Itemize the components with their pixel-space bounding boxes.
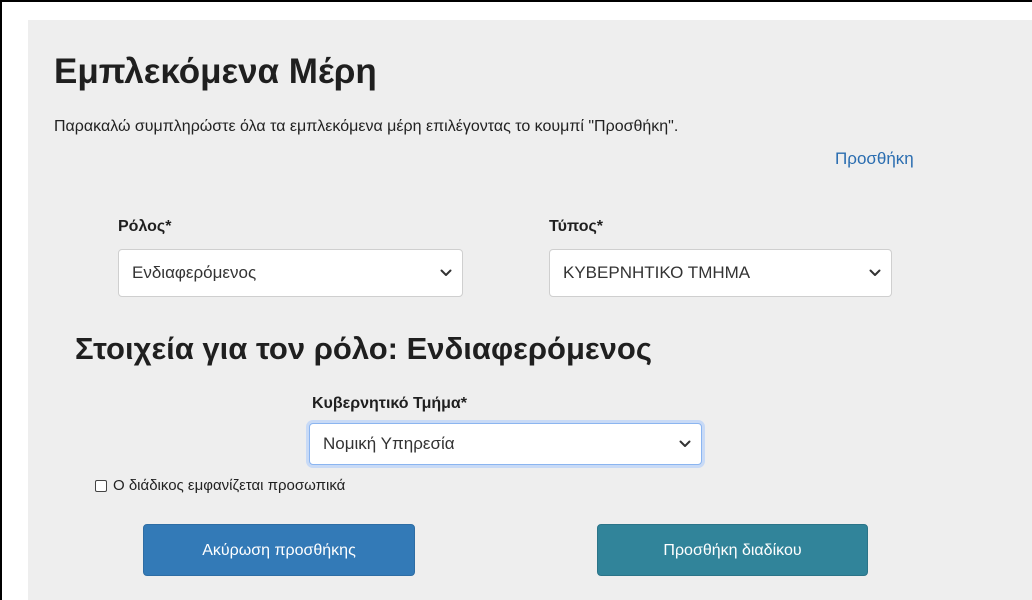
role-label: Ρόλος* xyxy=(118,218,172,235)
role-select-value: Ενδιαφερόμενος xyxy=(132,263,257,282)
instructions-text: Παρακαλώ συμπληρώστε όλα τα εμπλεκόμενα … xyxy=(54,118,679,135)
appears-in-person-label: Ο διάδικος εμφανίζεται προσωπικά xyxy=(113,477,346,494)
type-select-value: ΚΥΒΕΡΝΗΤΙΚΟ ΤΜΗΜΑ xyxy=(563,263,751,282)
department-select[interactable]: Νομική Υπηρεσία xyxy=(309,423,702,465)
chevron-down-icon xyxy=(679,424,691,464)
page-title: Εμπλεκόμενα Μέρη xyxy=(54,52,377,91)
chevron-down-icon xyxy=(440,250,452,296)
add-litigant-button[interactable]: Προσθήκη διαδίκου xyxy=(597,524,868,576)
chevron-down-icon xyxy=(869,250,881,296)
type-label: Τύπος* xyxy=(549,218,604,235)
appears-in-person-option[interactable]: Ο διάδικος εμφανίζεται προσωπικά xyxy=(95,476,345,496)
role-details-heading: Στοιχεία για τον ρόλο: Ενδιαφερόμενος xyxy=(75,331,652,366)
department-select-value: Νομική Υπηρεσία xyxy=(323,434,455,453)
appears-in-person-checkbox[interactable] xyxy=(95,480,107,492)
add-party-link[interactable]: Προσθήκη xyxy=(835,148,914,170)
type-select[interactable]: ΚΥΒΕΡΝΗΤΙΚΟ ΤΜΗΜΑ xyxy=(549,249,892,297)
form-panel xyxy=(28,20,1032,600)
role-select[interactable]: Ενδιαφερόμενος xyxy=(118,249,463,297)
department-label: Κυβερνητικό Τμήμα* xyxy=(312,395,467,412)
cancel-add-button[interactable]: Ακύρωση προσθήκης xyxy=(143,524,415,576)
